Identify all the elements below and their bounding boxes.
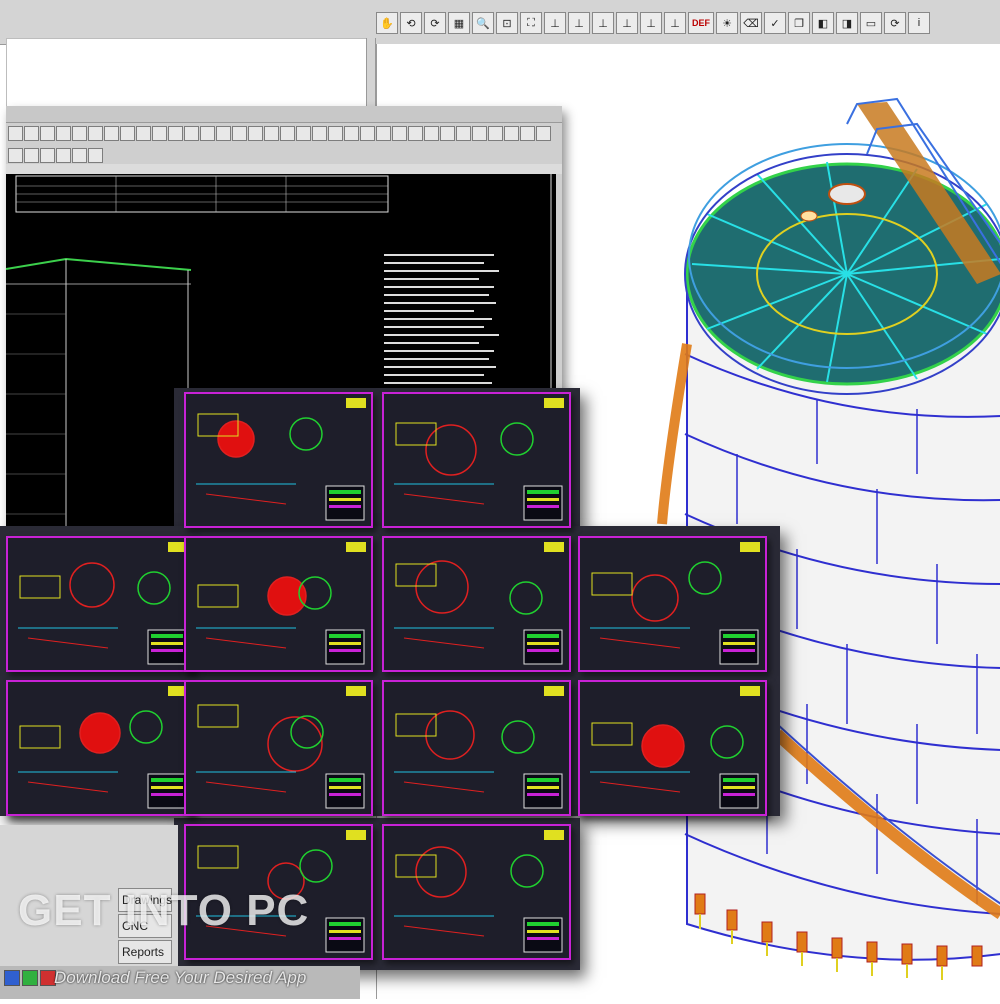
- cad-tool-button[interactable]: [120, 126, 135, 141]
- cad-tool-button[interactable]: [232, 126, 247, 141]
- drawing-sheet-thumbnail[interactable]: [382, 680, 571, 816]
- menu-item-reports[interactable]: Reports: [118, 940, 172, 964]
- cad-tool-button[interactable]: [328, 126, 343, 141]
- cad-tool-button[interactable]: [24, 148, 39, 163]
- cad-tool-button[interactable]: [56, 126, 71, 141]
- rotate-icon[interactable]: ⟲: [400, 12, 422, 34]
- cad-tool-button[interactable]: [392, 126, 407, 141]
- cad-tool-button[interactable]: [24, 126, 39, 141]
- watermark-tagline: Download Free Your Desired App: [54, 968, 307, 987]
- cad-tool-button[interactable]: [104, 126, 119, 141]
- cad-tool-button[interactable]: [424, 126, 439, 141]
- panel-icon[interactable]: ◧: [812, 12, 834, 34]
- cad-tool-button[interactable]: [72, 126, 87, 141]
- viewport-toolbar: ✋ ⟲ ⟳ ▦ 🔍 ⊡ ⛶ ⊥ ⊥ ⊥ ⊥ ⊥ ⊥ DEF ☀ ⌫ ✓ ❐ ◧ ◨ ▭ ⟳ i: [376, 8, 930, 40]
- cad-tool-button[interactable]: [440, 126, 455, 141]
- cad-tool-button[interactable]: [312, 126, 327, 141]
- drawing-sheet-thumbnail[interactable]: [578, 536, 767, 672]
- cad-tool-button[interactable]: [296, 126, 311, 141]
- check-icon[interactable]: ✓: [764, 12, 786, 34]
- zoom-extents-icon[interactable]: ⛶: [520, 12, 542, 34]
- cad-tool-button[interactable]: [184, 126, 199, 141]
- cad-column-ruler: [6, 164, 562, 174]
- drawing-sheet-thumbnail[interactable]: [6, 680, 195, 816]
- view-xy-icon[interactable]: ⊥: [544, 12, 566, 34]
- cad-tool-button[interactable]: [88, 126, 103, 141]
- cad-tool-button[interactable]: [216, 126, 231, 141]
- cad-tool-button[interactable]: [40, 148, 55, 163]
- cad-tool-button[interactable]: [520, 126, 535, 141]
- cad-tool-button[interactable]: [408, 126, 423, 141]
- cad-tool-button[interactable]: [248, 126, 263, 141]
- cad-toolbar-secondary: [6, 146, 564, 164]
- cad-tool-button[interactable]: [488, 126, 503, 141]
- view-iso-icon[interactable]: ⊥: [640, 12, 662, 34]
- cad-tool-button[interactable]: [8, 148, 23, 163]
- view-xz-icon[interactable]: ⊥: [592, 12, 614, 34]
- watermark-logo: GET INTO PC: [18, 886, 310, 935]
- split-view-icon[interactable]: ◨: [836, 12, 858, 34]
- cad-tool-button[interactable]: [152, 126, 167, 141]
- light-icon[interactable]: ☀: [716, 12, 738, 34]
- view-yx-icon[interactable]: ⊥: [568, 12, 590, 34]
- cad-tool-button[interactable]: [360, 126, 375, 141]
- screen-icon[interactable]: ▭: [860, 12, 882, 34]
- cad-tool-button[interactable]: [536, 126, 551, 141]
- info-icon[interactable]: i: [908, 12, 930, 34]
- drawing-sheet-thumbnail[interactable]: [382, 824, 571, 960]
- drawing-sheet-thumbnail[interactable]: [184, 392, 373, 528]
- color-blue-icon[interactable]: [4, 970, 20, 986]
- drawing-sheet-thumbnail[interactable]: [382, 392, 571, 528]
- color-green-icon[interactable]: [22, 970, 38, 986]
- cad-tool-button[interactable]: [56, 148, 71, 163]
- drawing-sheet-thumbnail[interactable]: [578, 680, 767, 816]
- cad-tool-button[interactable]: [88, 148, 103, 163]
- cad-tool-button[interactable]: [504, 126, 519, 141]
- eraser-icon[interactable]: ⌫: [740, 12, 762, 34]
- cad-tool-button[interactable]: [456, 126, 471, 141]
- deformed-icon[interactable]: DEF: [688, 12, 714, 34]
- view-custom-icon[interactable]: ⊥: [664, 12, 686, 34]
- refresh-icon[interactable]: ⟳: [884, 12, 906, 34]
- drawing-sheet-thumbnail[interactable]: [6, 536, 195, 672]
- drawing-sheet-thumbnail[interactable]: [184, 536, 373, 672]
- view-zx-icon[interactable]: ⊥: [616, 12, 638, 34]
- drawing-sheet-thumbnail[interactable]: [382, 536, 571, 672]
- cad-tool-button[interactable]: [344, 126, 359, 141]
- status-icons: [4, 970, 56, 986]
- cad-tool-button[interactable]: [264, 126, 279, 141]
- cad-tool-button[interactable]: [40, 126, 55, 141]
- cad-tool-button[interactable]: [168, 126, 183, 141]
- left-pane: [6, 38, 368, 110]
- zoom-window-icon[interactable]: ⊡: [496, 12, 518, 34]
- cad-toolbar-primary: [6, 124, 564, 144]
- cad-tool-button[interactable]: [72, 148, 87, 163]
- hand-pan-icon[interactable]: ✋: [376, 12, 398, 34]
- drawing-sheet-thumbnail[interactable]: [184, 680, 373, 816]
- copy-icon[interactable]: ❐: [788, 12, 810, 34]
- cad-tool-button[interactable]: [200, 126, 215, 141]
- cad-tool-button[interactable]: [136, 126, 151, 141]
- cad-title-bar: [6, 106, 562, 123]
- grid-icon[interactable]: ▦: [448, 12, 470, 34]
- cad-tool-button[interactable]: [376, 126, 391, 141]
- rotate-alt-icon[interactable]: ⟳: [424, 12, 446, 34]
- cad-tool-button[interactable]: [280, 126, 295, 141]
- cad-tool-button[interactable]: [8, 126, 23, 141]
- zoom-in-icon[interactable]: 🔍: [472, 12, 494, 34]
- cad-tool-button[interactable]: [472, 126, 487, 141]
